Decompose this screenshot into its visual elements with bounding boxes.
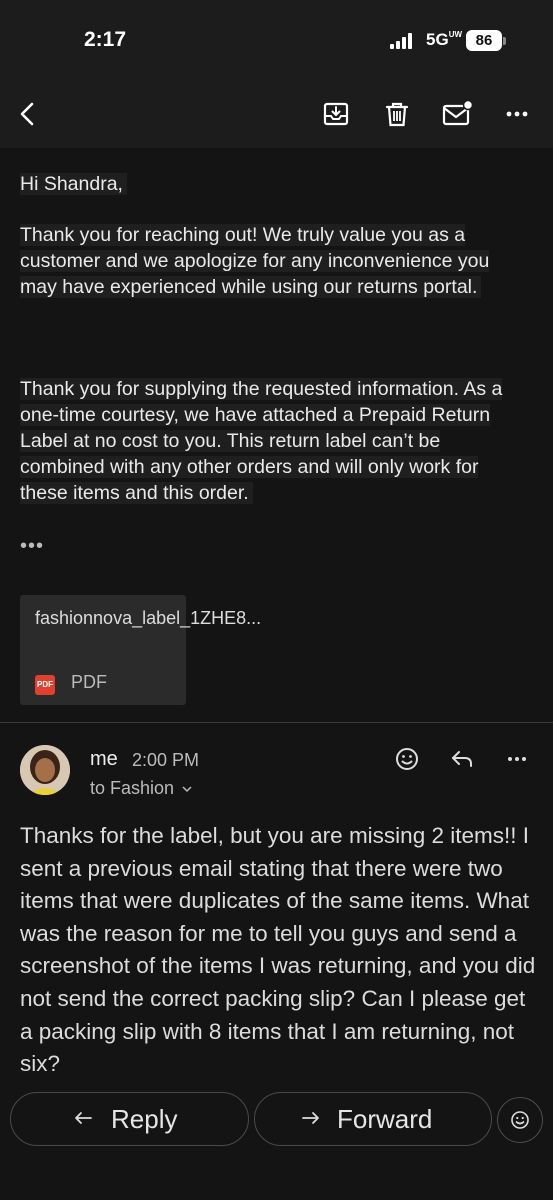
avatar[interactable] (20, 745, 70, 795)
reply-icon (452, 751, 472, 767)
sent-time: 2:00 PM (132, 750, 200, 770)
sender-name: me (90, 748, 118, 770)
reply-label: Reply (111, 1104, 178, 1134)
battery-icon: 86 (466, 30, 502, 51)
signal-icon (390, 33, 414, 49)
attachment-name: fashionnova_label_1ZHE8... (35, 608, 262, 628)
forward-arrow-icon (302, 1112, 319, 1124)
pdf-icon: PDF (35, 675, 55, 695)
reply-arrow-icon (75, 1112, 92, 1124)
attachment-type: PDF (71, 672, 107, 692)
show-trimmed-content-button[interactable]: ••• (20, 535, 44, 558)
forward-button[interactable]: Forward (254, 1092, 492, 1146)
more-horizontal-icon (508, 757, 526, 761)
more-horizontal-icon (506, 111, 528, 117)
reply-icon-button[interactable] (449, 746, 475, 772)
react-emoji-button[interactable] (394, 746, 420, 772)
battery-tip (503, 37, 506, 45)
reply-body: Thanks for the label, but you are missin… (20, 823, 536, 1077)
more-options-button[interactable] (499, 96, 535, 132)
chevron-down-icon (182, 786, 192, 793)
attachment-card[interactable]: fashionnova_label_1ZHE8... PDF PDF (20, 595, 262, 705)
status-time: 2:17 (84, 28, 127, 51)
chevron-left-icon (20, 102, 34, 126)
status-bar: 2:17 5GUW 86 (0, 0, 553, 80)
network-indicator: 5GUW (426, 30, 463, 49)
recipient-details-toggle[interactable]: to Fashion (90, 778, 192, 799)
mail-unread-icon (442, 99, 474, 126)
mark-unread-button[interactable] (439, 96, 475, 132)
emoji-reaction-button[interactable] (497, 1097, 543, 1143)
archive-icon (323, 102, 349, 126)
email-paragraph-1: Thank you for reaching out! We truly val… (20, 224, 490, 298)
back-button[interactable] (10, 96, 46, 132)
message-divider (0, 722, 553, 723)
reply-button[interactable]: Reply (10, 1092, 249, 1146)
avatar-photo (20, 745, 70, 795)
bottom-action-bar: Reply Forward (0, 1082, 553, 1200)
email-greeting: Hi Shandra, (20, 171, 530, 197)
message-more-button[interactable] (504, 746, 530, 772)
delete-button[interactable] (379, 96, 415, 132)
trash-icon (385, 102, 409, 127)
emoji-icon (396, 748, 418, 770)
email-paragraph-2: Thank you for supplying the requested in… (20, 378, 503, 504)
emoji-icon (511, 1111, 529, 1129)
toolbar (0, 80, 553, 148)
archive-button[interactable] (318, 96, 354, 132)
forward-label: Forward (337, 1104, 433, 1134)
recipient-label: to Fashion (90, 778, 175, 798)
